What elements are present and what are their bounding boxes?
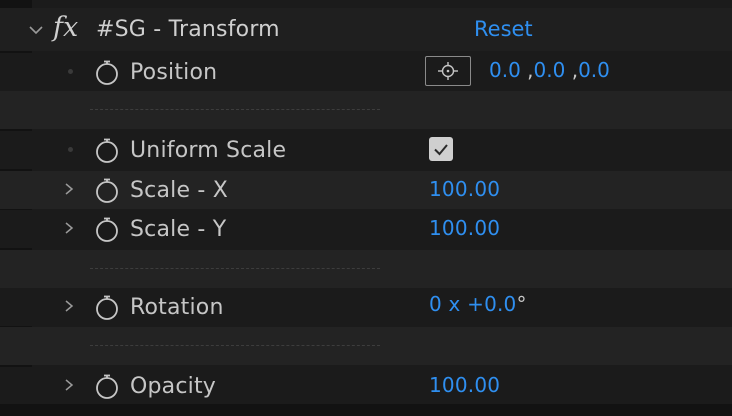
checkmark-icon xyxy=(434,144,448,156)
bullet-icon xyxy=(68,69,73,74)
degree-symbol: ° xyxy=(516,292,527,316)
value-separator: , xyxy=(520,58,534,82)
chevron-right-icon[interactable] xyxy=(63,183,75,195)
property-label: Opacity xyxy=(130,374,217,399)
property-row-position[interactable]: Position 0.0 ,0.0 ,0.0 xyxy=(0,53,732,91)
chevron-right-icon[interactable] xyxy=(63,300,75,312)
separator-row xyxy=(0,91,732,129)
crosshair-button[interactable] xyxy=(425,56,471,86)
effect-header-row[interactable]: fx #SG - Transform Reset xyxy=(0,8,732,51)
fx-icon: fx xyxy=(53,12,79,43)
rotation-value[interactable]: 0 x +0.0° xyxy=(429,292,527,316)
stopwatch-icon[interactable] xyxy=(93,372,121,400)
opacity-value[interactable]: 100.00 xyxy=(429,373,500,397)
position-z-value[interactable]: 0.0 xyxy=(578,58,610,82)
property-label: Uniform Scale xyxy=(130,138,287,163)
property-label: Scale - Y xyxy=(130,217,227,242)
reset-button[interactable]: Reset xyxy=(474,17,533,41)
rotation-degrees[interactable]: +0.0 xyxy=(467,292,516,316)
effect-controls-panel: fx #SG - Transform Reset Position 0.0 ,0… xyxy=(0,0,732,416)
property-row-rotation[interactable]: Rotation 0 x +0.0° xyxy=(0,288,732,326)
stopwatch-icon[interactable] xyxy=(93,58,121,86)
scale-x-value[interactable]: 100.00 xyxy=(429,177,500,201)
stopwatch-icon[interactable] xyxy=(93,136,121,164)
rotation-revolutions[interactable]: 0 xyxy=(429,292,442,316)
property-row-scale-y[interactable]: Scale - Y 100.00 xyxy=(0,210,732,248)
dashed-divider xyxy=(90,268,380,269)
property-label: Rotation xyxy=(130,295,224,320)
chevron-right-icon[interactable] xyxy=(63,222,75,234)
bullet-icon xyxy=(68,147,73,152)
dashed-divider xyxy=(90,345,380,346)
chevron-down-icon[interactable] xyxy=(28,22,44,38)
separator-row xyxy=(0,250,732,288)
dashed-divider xyxy=(90,109,380,110)
position-values[interactable]: 0.0 ,0.0 ,0.0 xyxy=(489,58,610,82)
chevron-right-icon[interactable] xyxy=(63,379,75,391)
scale-y-value[interactable]: 100.00 xyxy=(429,216,500,240)
value-separator: , xyxy=(565,58,579,82)
position-x-value[interactable]: 0.0 xyxy=(489,58,521,82)
effect-name: #SG - Transform xyxy=(96,17,280,42)
property-label: Position xyxy=(130,60,218,85)
property-row-opacity[interactable]: Opacity 100.00 xyxy=(0,367,732,405)
crosshair-icon xyxy=(438,62,458,80)
stopwatch-icon[interactable] xyxy=(93,215,121,243)
property-row-scale-x[interactable]: Scale - X 100.00 xyxy=(0,171,732,209)
position-y-value[interactable]: 0.0 xyxy=(534,58,566,82)
uniform-scale-checkbox[interactable] xyxy=(429,137,453,161)
rotation-x-separator: x xyxy=(448,292,461,316)
panel-bottom-edge xyxy=(0,404,732,416)
stopwatch-icon[interactable] xyxy=(93,176,121,204)
separator-row xyxy=(0,327,732,365)
property-label: Scale - X xyxy=(130,178,228,203)
stopwatch-icon[interactable] xyxy=(93,293,121,321)
property-row-uniform-scale[interactable]: Uniform Scale xyxy=(0,131,732,169)
